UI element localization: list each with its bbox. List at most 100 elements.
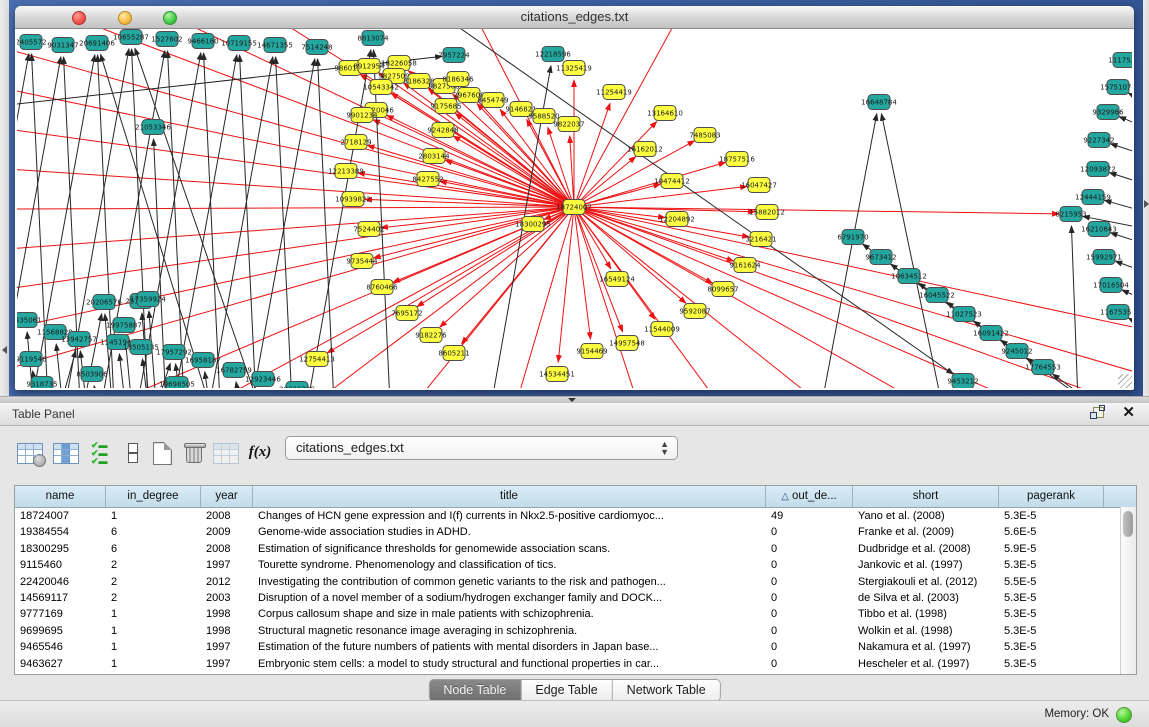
network-node[interactable]: 8427552 [412,172,443,187]
network-node[interactable]: 15751074 [1100,80,1132,95]
network-node[interactable]: 9154469 [576,344,607,359]
network-node[interactable]: 10939822 [335,192,371,207]
table-cell[interactable]: Structural magnetic resonance image aver… [253,623,766,639]
network-node[interactable]: 11675353 [1100,305,1132,320]
edge[interactable] [1128,318,1132,326]
table-cell[interactable]: 9465546 [15,639,106,655]
table-cell[interactable]: Corpus callosum shape and size in male p… [253,606,766,622]
network-node[interactable]: 9673412 [865,250,896,265]
delete-row-icon[interactable] [180,439,208,467]
network-node[interactable]: 3216421 [745,232,776,247]
table-cell[interactable]: 1997 [201,557,253,573]
network-node[interactable]: 2405572 [17,35,47,50]
edge[interactable] [440,207,574,327]
edge[interactable] [168,51,185,388]
edge[interactable] [1105,200,1132,211]
table-cell[interactable]: Yano et al. (2008) [853,508,999,524]
network-node[interactable]: 7524402 [353,222,384,237]
edge[interactable] [204,53,221,388]
edge[interactable] [217,207,574,388]
table-cell[interactable]: Jankovic et al. (1997) [853,557,999,573]
network-node[interactable]: 8503906 [76,367,108,382]
right-panel-strip[interactable] [1142,0,1149,396]
network-node[interactable]: 14671355 [257,38,293,53]
edge[interactable] [1128,93,1132,101]
edge[interactable] [447,29,953,374]
edge[interactable] [119,354,128,388]
network-node[interactable]: 9031347 [47,38,78,53]
edge[interactable] [417,207,574,388]
network-node[interactable]: 12213389 [328,164,364,179]
column-header-short[interactable]: short [853,486,999,507]
network-node[interactable]: 15882012 [749,205,785,220]
table-settings-icon[interactable] [16,439,44,467]
network-node[interactable]: 18757516 [719,152,755,167]
network-node[interactable]: 1117524 [1108,53,1132,68]
edge[interactable] [169,55,237,388]
edge[interactable] [276,57,293,388]
table-selector-dropdown[interactable]: citations_edges.txt ▲▼ [285,436,678,460]
edge[interactable] [1109,173,1132,183]
table-cell[interactable]: Nakamura et al. (1997) [853,639,999,655]
edge[interactable] [205,57,273,388]
network-node[interactable]: 11325419 [556,61,592,76]
table-cell[interactable]: 1997 [201,639,253,655]
table-row[interactable]: 911546021997Tourette syndrome. Phenomeno… [15,557,1136,573]
table-cell[interactable]: 0 [766,557,853,573]
network-node[interactable]: 12444159 [1075,190,1111,205]
network-node[interactable]: 9735444 [346,254,378,269]
table-cell[interactable]: 6 [106,524,201,540]
table-cell[interactable]: 9777169 [15,606,106,622]
table-cell[interactable]: 2009 [201,524,253,540]
network-node[interactable]: 12218596 [535,47,571,62]
network-node[interactable]: 11544009 [644,322,680,337]
edit-attributes-icon[interactable]: ✔▬ ✔▬ ✔▬ [88,439,116,467]
edge[interactable] [1115,261,1132,271]
edge[interactable] [374,50,391,388]
table-cell[interactable]: 0 [766,524,853,540]
table-row[interactable]: 946554611997Estimation of the future num… [15,639,1136,655]
edge[interactable] [1119,117,1132,126]
new-table-icon[interactable] [148,439,176,467]
network-node[interactable]: 9182276 [415,328,447,343]
edge[interactable] [387,115,574,207]
collapse-right-arrow-icon[interactable] [1144,200,1149,208]
edge[interactable] [574,162,725,207]
edge[interactable] [574,207,1059,214]
table-cell[interactable]: de Silva et al. (2003) [853,590,999,606]
table-cell[interactable]: 5.3E-5 [999,557,1104,573]
table-cell[interactable]: 1 [106,639,201,655]
float-panel-icon[interactable] [1090,407,1105,421]
column-header-year[interactable]: year [201,486,253,507]
edge[interactable] [1110,144,1132,154]
table-cell[interactable]: 2 [106,574,201,590]
table-cell[interactable]: 9115460 [15,557,106,573]
table-cell[interactable]: Tibbo et al. (1998) [853,606,999,622]
network-node[interactable]: 12093872 [1080,162,1116,177]
edge[interactable] [517,207,574,388]
network-node[interactable]: 16210643 [1081,222,1117,237]
network-window-titlebar[interactable]: citations_edges.txt [15,6,1134,29]
network-node[interactable]: 9822037 [553,117,584,132]
network-node[interactable]: 9329966 [1092,105,1124,120]
network-node[interactable]: 9161624 [729,258,761,273]
edge[interactable] [1122,290,1132,299]
edge[interactable] [574,122,657,207]
column-header-out_de[interactable]: △out_de... [766,486,853,507]
table-cell[interactable]: 1 [106,656,201,672]
network-node[interactable]: 8215953 [1055,207,1086,222]
table-cell[interactable]: 18300295 [15,541,106,557]
table-cell[interactable]: Disruption of a novel member of a sodium… [253,590,766,606]
network-node[interactable]: 16047427 [741,178,777,193]
table-cell[interactable]: 2003 [201,590,253,606]
network-node[interactable]: 20028228 [279,382,315,389]
network-node[interactable]: 13164610 [647,106,683,121]
network-node[interactable]: 2718129 [340,135,371,150]
table-cell[interactable]: Changes of HCN gene expression and I(f) … [253,508,766,524]
window-resize-grip[interactable] [1118,374,1132,388]
table-cell[interactable]: 1 [106,623,201,639]
table-cell[interactable]: Stergiakouli et al. (2012) [853,574,999,590]
table-cell[interactable]: 2 [106,590,201,606]
table-cell[interactable]: Franke et al. (2009) [853,524,999,540]
network-node[interactable]: 14534451 [539,367,575,382]
